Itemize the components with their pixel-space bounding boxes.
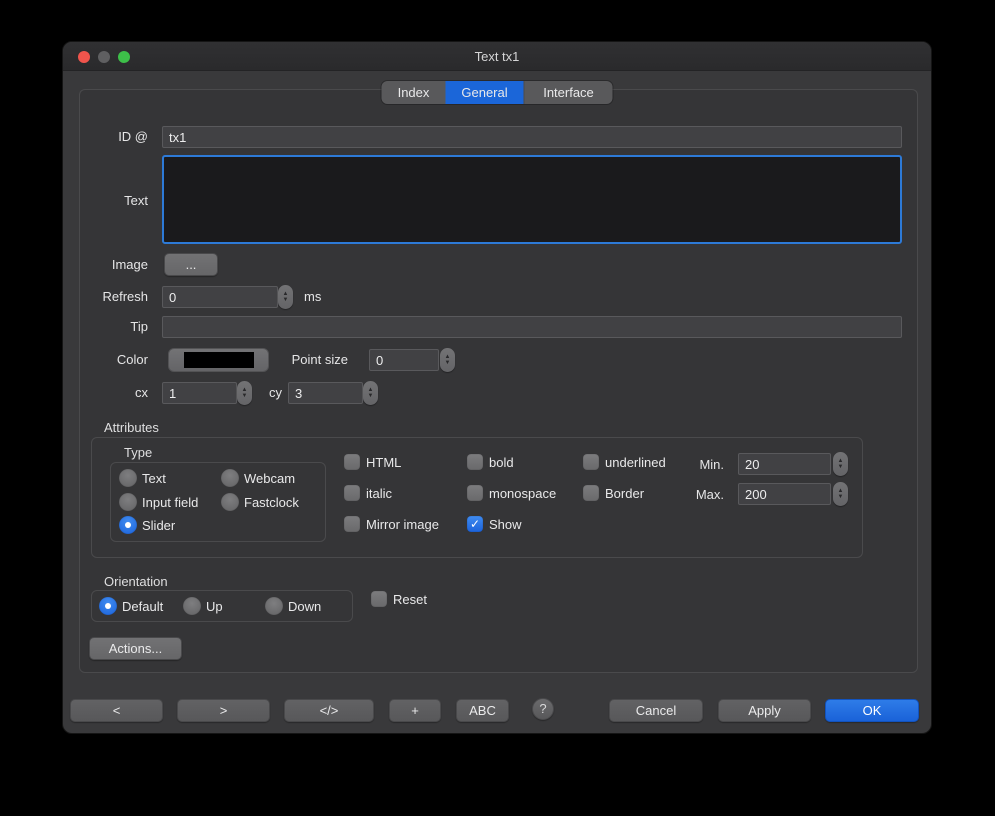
radio-type-input-field[interactable]: Input field [119, 493, 198, 511]
apply-button[interactable]: Apply [718, 699, 811, 722]
next-button[interactable]: > [177, 699, 270, 722]
point-size-label: Point size [276, 349, 348, 371]
cy-label: cy [252, 382, 282, 404]
refresh-label: Refresh [63, 286, 148, 308]
radio-type-text[interactable]: Text [119, 469, 166, 487]
cy-stepper[interactable]: ▲ ▼ [363, 381, 378, 405]
cancel-button[interactable]: Cancel [609, 699, 703, 722]
max-input[interactable] [738, 483, 831, 505]
checkbox-icon: ✓ [583, 485, 599, 501]
radio-icon [265, 597, 283, 615]
ok-button[interactable]: OK [825, 699, 919, 722]
radio-selected-icon [119, 516, 137, 534]
refresh-unit: ms [304, 286, 321, 308]
radio-icon [221, 493, 239, 511]
orientation-group-label: Orientation [104, 574, 168, 589]
radio-orientation-up[interactable]: Up [183, 597, 223, 615]
checkbox-icon: ✓ [344, 454, 360, 470]
max-stepper[interactable]: ▲ ▼ [833, 482, 848, 506]
radio-selected-icon [99, 597, 117, 615]
checkbox-border[interactable]: ✓ Border [583, 485, 644, 501]
stepper-down-icon: ▼ [838, 494, 844, 500]
abc-button[interactable]: ABC [456, 699, 509, 722]
tab-interface[interactable]: Interface [524, 81, 613, 104]
radio-orientation-default[interactable]: Default [99, 597, 163, 615]
tab-general[interactable]: General [446, 81, 524, 104]
stepper-down-icon: ▼ [445, 360, 451, 366]
tip-label: Tip [63, 316, 148, 338]
min-input[interactable] [738, 453, 831, 475]
checkbox-checked-icon: ✓ [467, 516, 483, 532]
refresh-stepper[interactable]: ▲ ▼ [278, 285, 293, 309]
text-label: Text [63, 190, 148, 212]
stepper-down-icon: ▼ [838, 464, 844, 470]
radio-icon [119, 469, 137, 487]
checkbox-mirror-image[interactable]: ✓ Mirror image [344, 516, 439, 532]
code-button[interactable]: </> [284, 699, 374, 722]
dialog-window: Text tx1 Index General Interface ID @ Te… [62, 41, 932, 734]
text-area[interactable] [162, 155, 902, 244]
min-label: Min. [664, 454, 724, 476]
checkbox-icon: ✓ [583, 454, 599, 470]
max-label: Max. [664, 484, 724, 506]
checkbox-icon: ✓ [344, 485, 360, 501]
cx-stepper[interactable]: ▲ ▼ [237, 381, 252, 405]
min-stepper[interactable]: ▲ ▼ [833, 452, 848, 476]
radio-icon [119, 493, 137, 511]
checkbox-underlined[interactable]: ✓ underlined [583, 454, 666, 470]
color-label: Color [63, 349, 148, 371]
checkbox-reset[interactable]: ✓ Reset [371, 591, 427, 607]
radio-icon [221, 469, 239, 487]
attributes-group-label: Attributes [104, 420, 159, 435]
refresh-input[interactable] [162, 286, 278, 308]
id-input[interactable] [162, 126, 902, 148]
image-browse-button[interactable]: ... [164, 253, 218, 276]
point-size-input[interactable] [369, 349, 439, 371]
stepper-down-icon: ▼ [242, 393, 248, 399]
checkbox-monospace[interactable]: ✓ monospace [467, 485, 556, 501]
radio-orientation-down[interactable]: Down [265, 597, 321, 615]
title-bar[interactable]: Text tx1 [63, 42, 931, 71]
id-label: ID @ [63, 126, 148, 148]
checkbox-italic[interactable]: ✓ italic [344, 485, 392, 501]
actions-button[interactable]: Actions... [89, 637, 182, 660]
cx-input[interactable] [162, 382, 237, 404]
prev-button[interactable]: < [70, 699, 163, 722]
point-size-stepper[interactable]: ▲ ▼ [440, 348, 455, 372]
color-swatch [184, 352, 254, 368]
checkbox-show[interactable]: ✓ Show [467, 516, 522, 532]
tab-index[interactable]: Index [382, 81, 446, 104]
stepper-down-icon: ▼ [283, 297, 289, 303]
color-picker-button[interactable] [168, 348, 269, 372]
checkbox-icon: ✓ [467, 485, 483, 501]
checkbox-icon: ✓ [371, 591, 387, 607]
radio-type-fastclock[interactable]: Fastclock [221, 493, 299, 511]
radio-icon [183, 597, 201, 615]
checkbox-icon: ✓ [344, 516, 360, 532]
type-group-label: Type [124, 445, 152, 460]
stepper-down-icon: ▼ [368, 393, 374, 399]
help-button[interactable]: ? [532, 698, 554, 720]
radio-type-slider[interactable]: Slider [119, 516, 175, 534]
checkbox-bold[interactable]: ✓ bold [467, 454, 514, 470]
checkbox-icon: ✓ [467, 454, 483, 470]
add-button[interactable]: + [389, 699, 441, 722]
window-title: Text tx1 [63, 42, 931, 71]
image-label: Image [63, 253, 148, 276]
checkbox-html[interactable]: ✓ HTML [344, 454, 401, 470]
tab-bar: Index General Interface [382, 81, 613, 104]
tip-input[interactable] [162, 316, 902, 338]
cx-label: cx [63, 382, 148, 404]
cy-input[interactable] [288, 382, 363, 404]
radio-type-webcam[interactable]: Webcam [221, 469, 295, 487]
